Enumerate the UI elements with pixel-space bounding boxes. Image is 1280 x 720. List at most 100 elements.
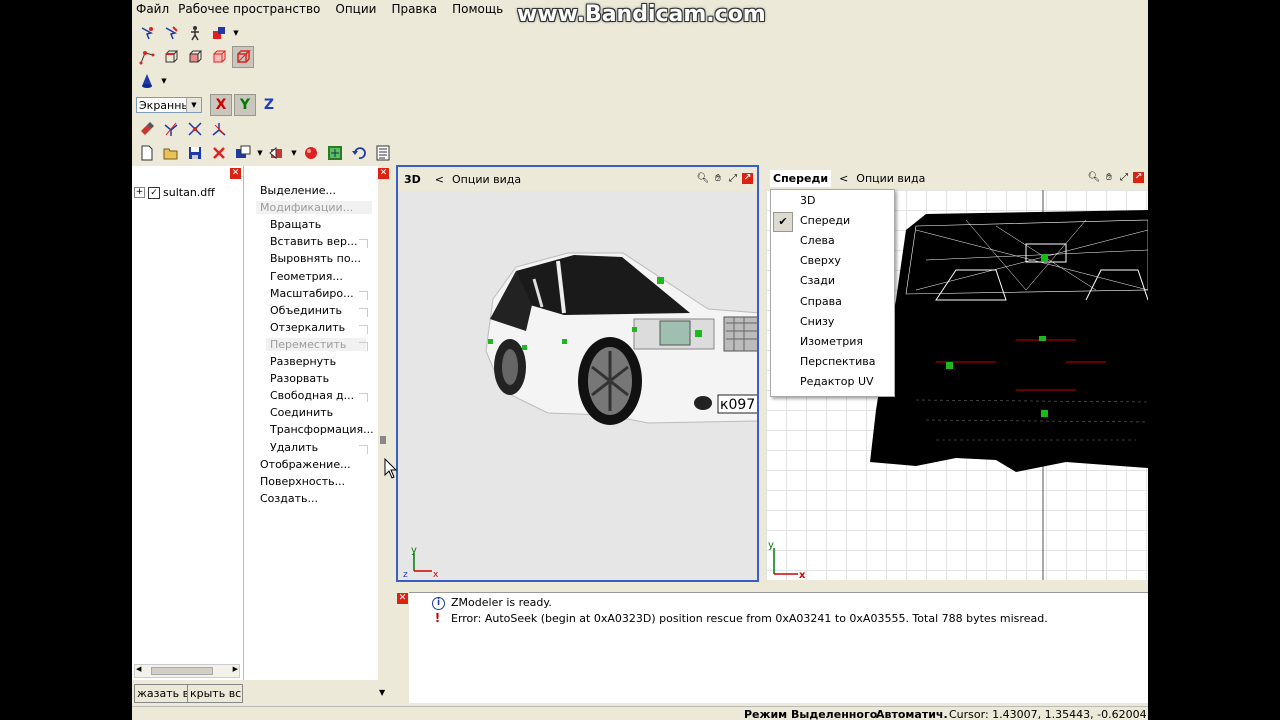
submenu-marker-icon [359, 290, 368, 300]
command-item[interactable]: Отзеркалить [270, 321, 345, 334]
command-item[interactable]: Объединить [270, 304, 342, 317]
command-item[interactable]: Трансформация... [270, 423, 374, 436]
pivot-dropdown-icon[interactable]: ▼ [160, 77, 168, 85]
view-menu-item[interactable]: Снизу [771, 312, 894, 332]
view-menu-item[interactable]: Слева [771, 231, 894, 251]
view-options-link[interactable]: Опции вида [452, 173, 521, 186]
command-item[interactable]: Создать... [260, 492, 318, 505]
snap-axis-icon[interactable] [160, 118, 182, 140]
menu-item[interactable]: Опции [325, 0, 381, 18]
command-item[interactable]: Модификации... [256, 201, 372, 215]
render-sphere-icon[interactable] [300, 142, 322, 164]
command-item[interactable]: Поверхность... [260, 475, 345, 488]
command-panel-scrollbar[interactable]: ✕ ▼ [378, 166, 390, 700]
axis-z-button[interactable]: Z [258, 94, 280, 116]
pivot-cone-icon[interactable] [136, 70, 158, 92]
command-item[interactable]: Выделение... [260, 184, 336, 197]
view-menu-item[interactable]: Справа [771, 292, 894, 312]
command-item[interactable]: Разорвать [270, 372, 329, 385]
new-file-icon[interactable] [136, 142, 158, 164]
undo-icon[interactable] [348, 142, 370, 164]
pan-hand-icon[interactable]: ✋︎ [712, 172, 724, 184]
close-log-icon[interactable]: ✕ [397, 593, 408, 604]
vertex-level-icon[interactable] [136, 46, 158, 68]
select-figure-icon[interactable] [184, 22, 206, 44]
status-selection-mode[interactable]: Режим Выделенного [744, 708, 877, 720]
maximize-icon[interactable]: ⤢ [1118, 171, 1130, 183]
view-options-link[interactable]: Опции вида [856, 172, 925, 185]
tree-item-label: sultan.dff [163, 186, 215, 199]
texture-icon[interactable] [324, 142, 346, 164]
command-item[interactable]: Переместить [266, 337, 366, 351]
select-object-icon[interactable] [208, 22, 230, 44]
tree-item[interactable]: + ✓ sultan.dff [134, 186, 215, 199]
horizontal-scrollbar[interactable]: ◀ ▶ [134, 664, 240, 678]
view-menu-item[interactable]: Редактор UV [771, 372, 894, 392]
element-level-icon[interactable] [208, 46, 230, 68]
delete-icon[interactable] [208, 142, 230, 164]
view-menu-item[interactable]: Перспектива [771, 352, 894, 372]
axis-y-button[interactable]: Y [234, 94, 256, 116]
select-vertex-icon[interactable] [136, 22, 158, 44]
maximize-icon[interactable]: ⤢ [727, 172, 739, 184]
view-menu-item[interactable]: ✔ Спереди [771, 211, 894, 233]
viewport-tab-front[interactable]: Спереди [770, 169, 832, 187]
scroll-down-icon[interactable]: ▼ [379, 688, 385, 697]
command-item[interactable]: Масштабиро... [270, 287, 354, 300]
view-menu-item[interactable]: Сверху [771, 251, 894, 271]
status-auto[interactable]: Автоматич. [876, 708, 948, 720]
axis-z-label: z [403, 570, 408, 580]
import-dropdown-icon[interactable]: ▼ [256, 149, 264, 157]
scroll-right-icon[interactable]: ▶ [233, 665, 238, 673]
command-item[interactable]: Развернуть [270, 355, 336, 368]
export-icon[interactable] [266, 142, 288, 164]
scrollbar-thumb[interactable] [380, 436, 386, 444]
zoom-icon[interactable]: 🔍︎ [697, 172, 710, 184]
viewport-tab-3d[interactable]: 3D [404, 173, 421, 186]
brush-tool-icon[interactable] [136, 118, 158, 140]
close-icon[interactable]: ✕ [230, 168, 241, 179]
menu-item[interactable]: Правка [381, 0, 442, 18]
select-dropdown-icon[interactable]: ▼ [232, 29, 240, 37]
close-viewport-icon[interactable]: ↗ [742, 172, 753, 184]
menu-item[interactable]: Рабочее пространство [174, 0, 325, 18]
select-edge-icon[interactable] [160, 22, 182, 44]
snap-vertex-icon[interactable] [208, 118, 230, 140]
properties-icon[interactable] [372, 142, 394, 164]
command-item[interactable]: Выровнять по... [270, 252, 361, 265]
chevron-down-icon[interactable]: ▼ [186, 98, 201, 112]
command-item[interactable]: Геометрия... [270, 270, 343, 283]
axis-x-button[interactable]: X [210, 94, 232, 116]
command-item[interactable]: Удалить [270, 441, 318, 454]
menu-item[interactable]: Помощь [442, 0, 508, 18]
import-icon[interactable] [232, 142, 254, 164]
scrollbar-thumb[interactable] [151, 667, 213, 675]
close-viewport-icon[interactable]: ↗ [1133, 171, 1144, 183]
view-menu-item[interactable]: 3D [771, 191, 894, 211]
object-level-icon[interactable] [232, 46, 254, 68]
zoom-icon[interactable]: 🔍︎ [1088, 171, 1101, 183]
viewport-3d[interactable]: 3D < Опции вида 🔍︎ ✋︎ ⤢ ↗ к097 y z x [396, 165, 759, 582]
close-icon[interactable]: ✕ [378, 168, 389, 179]
command-item[interactable]: Вращать [270, 218, 321, 231]
show-all-button[interactable]: жазать в [134, 684, 188, 703]
edge-level-icon[interactable] [160, 46, 182, 68]
command-item[interactable]: Вставить вер... [270, 235, 357, 248]
save-icon[interactable] [184, 142, 206, 164]
hide-all-button[interactable]: крыть вс [187, 684, 243, 703]
snap-grid-icon[interactable] [184, 118, 206, 140]
open-folder-icon[interactable] [160, 142, 182, 164]
coordinate-space-select[interactable]: Экранны ▼ [136, 97, 202, 113]
view-menu-item[interactable]: Изометрия [771, 332, 894, 352]
command-item[interactable]: Соединить [270, 406, 333, 419]
view-menu-item[interactable]: Сзади [771, 271, 894, 291]
scroll-left-icon[interactable]: ◀ [136, 665, 141, 673]
command-item[interactable]: Отображение... [260, 458, 351, 471]
pan-hand-icon[interactable]: ✋︎ [1103, 171, 1115, 183]
expand-icon[interactable]: + [134, 187, 145, 198]
face-level-icon[interactable] [184, 46, 206, 68]
visibility-checkbox[interactable]: ✓ [148, 186, 160, 199]
export-dropdown-icon[interactable]: ▼ [290, 149, 298, 157]
menu-item[interactable]: Файл [132, 0, 174, 18]
command-item[interactable]: Свободная д... [270, 389, 354, 402]
